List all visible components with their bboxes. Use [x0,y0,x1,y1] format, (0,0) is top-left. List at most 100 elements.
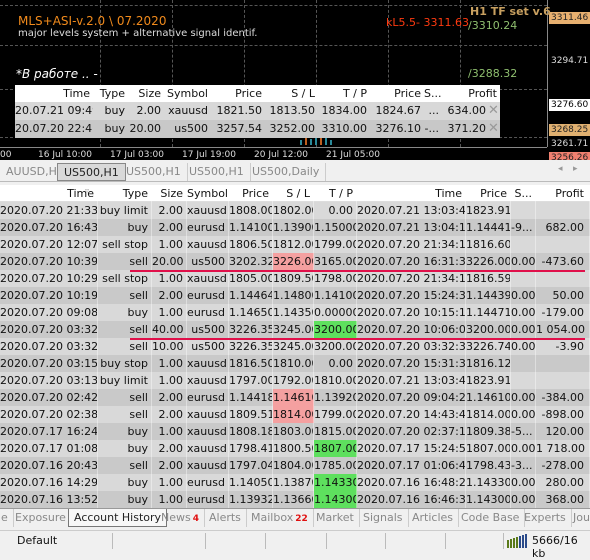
cell: 1.00 [152,474,187,491]
tab-news[interactable]: News 4 [156,509,205,527]
cell: 2020.07.20 03:15:35 [0,355,98,372]
tab-signals[interactable]: Signals [358,509,409,527]
close-trade-icon[interactable]: ✕ [488,120,499,138]
table-row[interactable]: 2020.07.20 12:07:21sell stop1.00xauusd18… [0,236,590,253]
column-header[interactable]: S... [424,85,442,102]
chart-tab[interactable]: US500,H1 [183,163,251,181]
column-header[interactable]: T / P [314,185,357,202]
tab-label: Market [316,511,354,524]
table-row[interactable]: 2020.07.20 10:39:22sell20.00us5003202.32… [0,253,590,270]
column-header[interactable]: S / L [265,85,318,102]
cell: sell [98,287,152,304]
tab-experts[interactable]: Experts [519,509,572,527]
table-row[interactable]: 2020.07.20 10:29:15sell stop1.00xauusd18… [0,270,590,287]
chart-tab[interactable]: US500,H1 [57,163,126,181]
cell: 1 054.00 [536,321,590,338]
cell: 2020.07.20 15:31:33 [357,355,466,372]
column-header[interactable]: Type [93,85,128,102]
column-header[interactable]: Profit [442,85,500,102]
chart-tab[interactable]: US500,Daily [246,163,327,181]
table-row[interactable]: 2020.07.20 03:32:04sell10.00us5003226.35… [0,338,590,355]
tab-account-history[interactable]: Account History [68,509,168,527]
sort-icon[interactable]: ▿ [85,186,89,195]
cell: eurusd [187,287,229,304]
cell: 368.00 [536,491,590,508]
cell: 1816.59 [466,270,511,287]
tf-label: H1 TF set v.6 [470,5,551,18]
cell: xauusd [187,440,229,457]
cell: 1.14300 [314,491,357,508]
scroll-right-icon[interactable]: ▸ [573,164,578,174]
tab-mailbox[interactable]: Mailbox 22 [246,509,314,527]
tab-articles[interactable]: Articles [407,509,460,527]
column-header[interactable]: Time [357,185,466,202]
tab-code-base[interactable]: Code Base [456,509,526,527]
table-row[interactable]: 2020.07.20 10:19:06sell2.00eurusd1.14464… [0,287,590,304]
table-row[interactable]: 2020.07.16 13:52:01buy1.00eurusd1.139321… [0,491,590,508]
tab-alerts[interactable]: Alerts [204,509,247,527]
table-row[interactable]: 2020.07.20 09:08:30buy1.00eurusd1.146501… [0,304,590,321]
column-header[interactable]: Price [370,85,424,102]
column-header[interactable]: Price [229,185,273,202]
cell: 3226.00 [273,253,314,270]
cell [536,372,590,389]
table-row[interactable]: 2020.07.20 03:13:39buy limit1.00xauusd17… [0,372,590,389]
table-row[interactable]: 2020.07.17 01:08:28buy2.00xauusd1798.411… [0,440,590,457]
price-chart[interactable]: 3311.46 3294.71 3276.60 3268.25 3261.71 3256.… [0,0,590,160]
cell: eurusd [187,219,229,236]
column-header[interactable]: Symbol [164,85,211,102]
cell: 1.14471 [466,304,511,321]
table-row[interactable]: 2020.07.20 21:33:09buy limit2.00xauusd18… [0,202,590,219]
tab-market[interactable]: Market [311,509,360,527]
cell: 2.00 [152,287,187,304]
column-header[interactable]: S / L [273,185,314,202]
time-axis-label: 16 Jul 10:00 [38,150,92,160]
column-header[interactable]: Price [211,85,265,102]
column-header[interactable]: Profit [536,185,590,202]
cell: 1812.00 [273,236,314,253]
candle [300,140,302,145]
close-trade-icon[interactable]: ✕ [488,102,499,120]
candle [320,138,322,145]
cell: 0.00 [511,338,536,355]
cell: 1809.38 [466,423,511,440]
tab-jou[interactable]: Jou [568,509,590,527]
column-header[interactable]: S... [511,185,536,202]
table-row[interactable]: 2020.07.20 16:43:22buy2.00eurusd1.141001… [0,219,590,236]
chart-tab[interactable]: US500,H1 [120,163,188,181]
column-header[interactable]: Type [98,185,152,202]
tab-exposure[interactable]: Exposure [10,509,72,527]
open-trade-row[interactable]: 20.07.20 22:47:12 buy 20.00 us500 3257.54 325… [15,120,500,138]
column-header[interactable]: Time [15,85,93,102]
table-row[interactable]: 2020.07.20 02:38:02sell2.00xauusd1809.51… [0,406,590,423]
table-row[interactable]: 2020.07.20 02:42:24sell2.00eurusd1.14418… [0,389,590,406]
column-header[interactable]: T / P [318,85,370,102]
table-row[interactable]: 2020.07.20 03:15:35buy stop1.00xauusd181… [0,355,590,372]
cell: 0.00 [511,304,536,321]
cell: 2020.07.20 10:19:06 [0,287,98,304]
cell: 1.14650 [229,304,273,321]
table-row[interactable]: 2020.07.16 14:29:04buy1.00eurusd1.140501… [0,474,590,491]
cell: 1816.12 [466,355,511,372]
table-row[interactable]: 2020.07.20 03:32:58sell40.00us5003226.35… [0,321,590,338]
cell: xauusd [187,355,229,372]
column-header[interactable]: Size [128,85,164,102]
cell [511,270,536,287]
open-trade-row[interactable]: 20.07.21 09:49:54 buy 2.00 xauusd 1821.50 181… [15,102,500,120]
cell: 1808.18 [229,423,273,440]
table-row[interactable]: 2020.07.17 16:24:11buy1.00xauusd1808.181… [0,423,590,440]
column-header[interactable]: Symbol [187,185,229,202]
cell: 3165.00 [314,253,357,270]
cell: buy [104,104,125,117]
cell: 3310.00 [321,122,368,135]
column-header[interactable]: Time [0,185,98,202]
column-header[interactable]: Size [152,185,187,202]
column-header[interactable]: Price [466,185,511,202]
scroll-left-icon[interactable]: ◂ [558,164,563,174]
cell: eurusd [187,389,229,406]
cell: 2020.07.17 01:08:28 [0,440,98,457]
cell: 2020.07.16 16:46:30 [357,491,466,508]
cell: 2.00 [136,104,162,117]
table-row[interactable]: 2020.07.16 20:43:08sell2.00xauusd1797.04… [0,457,590,474]
cell: 1.13900 [273,219,314,236]
